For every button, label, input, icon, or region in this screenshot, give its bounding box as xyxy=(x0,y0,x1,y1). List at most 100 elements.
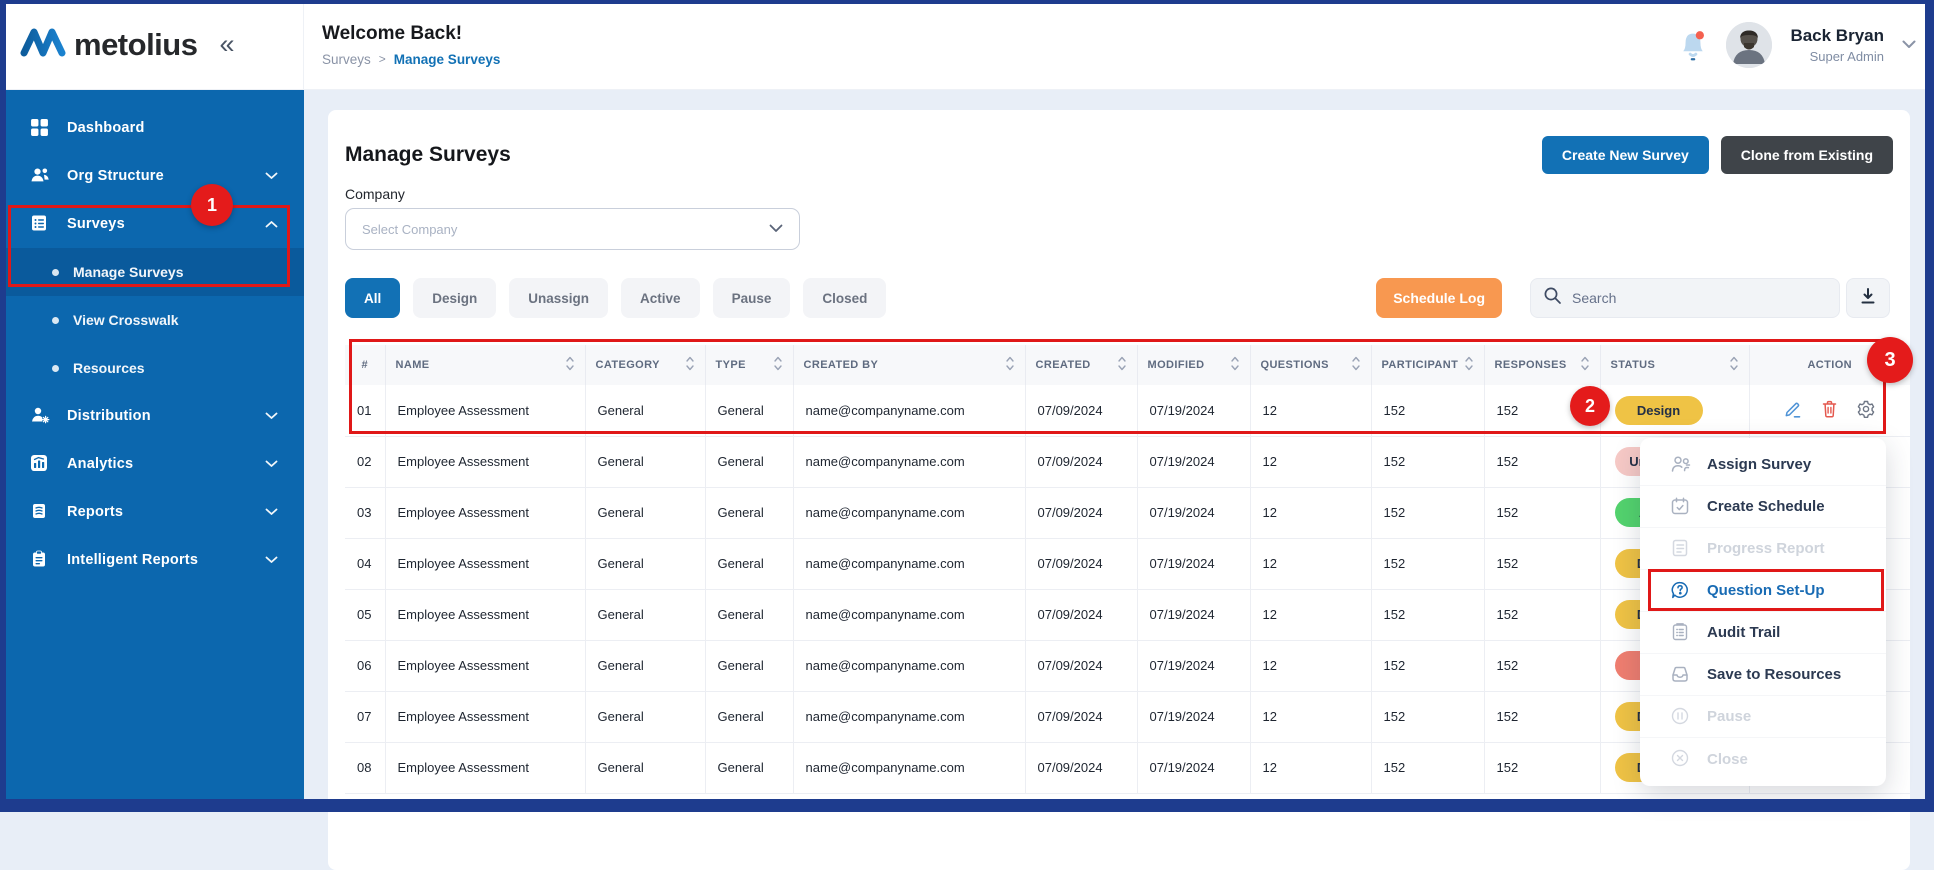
cell-participant: 152 xyxy=(1371,538,1484,589)
chevron-down-icon xyxy=(265,172,278,180)
cell-responses: 152 xyxy=(1484,487,1600,538)
sidebar-item-distribution[interactable]: Distribution xyxy=(0,392,304,440)
column-label: CATEGORY xyxy=(596,359,660,371)
collapse-sidebar-icon[interactable]: « xyxy=(219,31,234,58)
sort-icon xyxy=(1117,355,1127,375)
menu-item-label: Progress Report xyxy=(1707,540,1825,557)
column-header-participant[interactable]: PARTICIPANT xyxy=(1371,345,1484,385)
column-header-name[interactable]: NAME xyxy=(385,345,585,385)
chevron-down-icon xyxy=(265,412,278,420)
menu-item-question-set-up[interactable]: Question Set-Up xyxy=(1640,570,1886,612)
page-header: Welcome Back! Surveys > Manage Surveys xyxy=(304,23,500,67)
filter-all[interactable]: All xyxy=(345,278,400,318)
logo: metolius « xyxy=(0,0,304,89)
save-resources-icon xyxy=(1670,664,1692,686)
clone-from-existing-button[interactable]: Clone from Existing xyxy=(1721,136,1893,174)
sort-icon xyxy=(565,355,575,375)
cell-responses: 152 xyxy=(1484,640,1600,691)
filter-closed[interactable]: Closed xyxy=(803,278,886,318)
progress-report-icon xyxy=(1670,538,1692,560)
column-header-num: # xyxy=(345,345,385,385)
download-icon xyxy=(1859,287,1877,310)
chevron-down-icon xyxy=(265,556,278,564)
sidebar-item-org-structure[interactable]: Org Structure xyxy=(0,152,304,200)
cell-responses: 152 xyxy=(1484,691,1600,742)
menu-item-save-to-resources[interactable]: Save to Resources xyxy=(1640,654,1886,696)
cell-category: General xyxy=(585,436,705,487)
search-input[interactable] xyxy=(1572,290,1827,306)
cell-num: 07 xyxy=(345,691,385,742)
user-avatar[interactable] xyxy=(1726,22,1772,68)
cell-participant: 152 xyxy=(1371,691,1484,742)
table-row: 01Employee AssessmentGeneralGeneralname@… xyxy=(345,385,1910,436)
column-label: QUESTIONS xyxy=(1261,359,1329,371)
menu-item-audit-trail[interactable]: Audit Trail xyxy=(1640,612,1886,654)
cell-created-by: name@companyname.com xyxy=(793,589,1025,640)
delete-icon[interactable] xyxy=(1820,399,1839,419)
cell-responses: 152 xyxy=(1484,538,1600,589)
org-structure-icon xyxy=(30,166,50,186)
cell-participant: 152 xyxy=(1371,742,1484,793)
sidebar-item-view-crosswalk[interactable]: View Crosswalk xyxy=(0,296,304,344)
sidebar-item-dashboard[interactable]: Dashboard xyxy=(0,104,304,152)
close-circle-icon xyxy=(1670,748,1692,770)
cell-type: General xyxy=(705,742,793,793)
cell-num: 08 xyxy=(345,742,385,793)
create-new-survey-button[interactable]: Create New Survey xyxy=(1542,136,1709,174)
column-header-created[interactable]: CREATED xyxy=(1025,345,1137,385)
sidebar-item-reports[interactable]: Reports xyxy=(0,488,304,536)
edit-icon[interactable] xyxy=(1783,399,1803,419)
column-header-modified[interactable]: MODIFIED xyxy=(1137,345,1250,385)
menu-item-create-schedule[interactable]: Create Schedule xyxy=(1640,486,1886,528)
sort-icon xyxy=(1729,355,1739,375)
column-header-type[interactable]: TYPE xyxy=(705,345,793,385)
sidebar-item-analytics[interactable]: Analytics xyxy=(0,440,304,488)
filter-design[interactable]: Design xyxy=(413,278,496,318)
filter-active[interactable]: Active xyxy=(621,278,700,318)
cell-name: Employee Assessment xyxy=(385,538,585,589)
cell-name: Employee Assessment xyxy=(385,385,585,436)
settings-icon[interactable] xyxy=(1856,399,1876,419)
cell-created: 07/09/2024 xyxy=(1025,385,1137,436)
breadcrumb-current[interactable]: Manage Surveys xyxy=(394,52,501,67)
cell-created-by: name@companyname.com xyxy=(793,742,1025,793)
question-setup-icon xyxy=(1670,580,1692,602)
sort-icon xyxy=(1464,355,1474,375)
breadcrumb-parent[interactable]: Surveys xyxy=(322,52,371,67)
intelligent-reports-icon xyxy=(30,550,50,570)
cell-num: 02 xyxy=(345,436,385,487)
menu-item-assign-survey[interactable]: Assign Survey xyxy=(1640,444,1886,486)
user-menu[interactable]: Back Bryan Super Admin xyxy=(1790,26,1884,64)
cell-category: General xyxy=(585,385,705,436)
chevron-down-icon[interactable] xyxy=(1902,36,1916,54)
schedule-log-button[interactable]: Schedule Log xyxy=(1376,278,1502,318)
status-filters: All Design Unassign Active Pause Closed xyxy=(345,278,886,318)
cell-responses: 152 xyxy=(1484,589,1600,640)
cell-participant: 152 xyxy=(1371,436,1484,487)
cell-modified: 07/19/2024 xyxy=(1137,487,1250,538)
filter-pause[interactable]: Pause xyxy=(713,278,791,318)
column-label: RESPONSES xyxy=(1495,359,1567,371)
menu-item-label: Assign Survey xyxy=(1707,456,1811,473)
sidebar-item-surveys[interactable]: Surveys xyxy=(0,200,304,248)
column-header-questions[interactable]: QUESTIONS xyxy=(1250,345,1371,385)
sidebar: Dashboard Org Structure Surveys Manage S… xyxy=(0,90,304,812)
column-header-category[interactable]: CATEGORY xyxy=(585,345,705,385)
sidebar-item-resources[interactable]: Resources xyxy=(0,344,304,392)
sidebar-item-intelligent-reports[interactable]: Intelligent Reports xyxy=(0,536,304,584)
notifications-bell-icon[interactable] xyxy=(1678,29,1708,61)
column-label: CREATED BY xyxy=(804,359,879,371)
column-header-status[interactable]: STATUS xyxy=(1600,345,1749,385)
cell-modified: 07/19/2024 xyxy=(1137,436,1250,487)
column-label: CREATED xyxy=(1036,359,1091,371)
column-header-responses[interactable]: RESPONSES xyxy=(1484,345,1600,385)
column-header-created-by[interactable]: CREATED BY xyxy=(793,345,1025,385)
search-box xyxy=(1530,278,1840,318)
company-select[interactable]: Select Company xyxy=(345,208,800,250)
breadcrumb: Surveys > Manage Surveys xyxy=(322,52,500,67)
filter-unassign[interactable]: Unassign xyxy=(509,278,608,318)
cell-questions: 12 xyxy=(1250,487,1371,538)
sidebar-item-manage-surveys[interactable]: Manage Surveys xyxy=(0,248,304,296)
cell-type: General xyxy=(705,589,793,640)
download-button[interactable] xyxy=(1846,278,1890,318)
